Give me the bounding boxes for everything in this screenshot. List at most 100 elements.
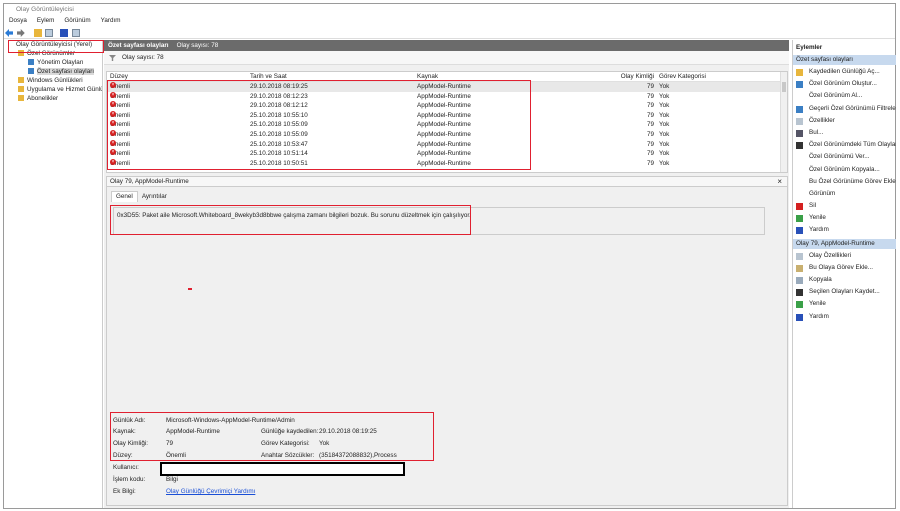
detail-header: Olay 79, AppModel-Runtime × (107, 177, 787, 187)
cell: 79 (646, 140, 654, 148)
action-item[interactable]: Özel Görünüm Kopyala... (793, 164, 896, 176)
tree-icon (18, 86, 24, 93)
action-item[interactable]: Bul... (793, 127, 896, 139)
actions-section-header[interactable]: Özet sayfası olayları (793, 55, 896, 65)
field-opcode: Bilgi (166, 476, 178, 483)
up-folder-icon[interactable] (33, 29, 42, 37)
tree-item[interactable]: Abonelikler (4, 94, 102, 103)
action-item[interactable]: Bu Özel Görünüme Görev Ekle... (793, 176, 896, 188)
cell: 79 (646, 121, 654, 129)
copy-icon (796, 277, 803, 284)
action-item[interactable]: Özel Görünüm Al... (793, 90, 896, 102)
action-item[interactable]: Olay Özellikleri (793, 250, 896, 262)
action-item[interactable]: Yenile (793, 298, 896, 310)
action-item[interactable]: Özellikler (793, 115, 896, 127)
cell: 79 (646, 150, 654, 158)
action-item[interactable]: Yenile (793, 212, 896, 224)
menu-2[interactable]: Görünüm (64, 17, 90, 24)
menu-1[interactable]: Eylem (37, 17, 55, 24)
help-icon[interactable] (60, 29, 68, 37)
field-more-label: Ek Bilgi: (113, 488, 136, 495)
forward-icon[interactable] (16, 29, 25, 37)
action-item[interactable]: Sil (793, 200, 896, 212)
action-item[interactable]: Bu Olaya Görev Ekle... (793, 262, 896, 274)
tree-item[interactable]: Özet sayfası olayları (4, 67, 102, 76)
refresh-icon (796, 215, 803, 223)
close-icon[interactable]: × (777, 177, 782, 187)
actions-section-header[interactable]: Olay 79, AppModel-Runtime (793, 238, 896, 249)
menu-bar: Dosya Eylem Görünüm Yardım (4, 15, 125, 26)
show-hide-actions-icon[interactable] (71, 29, 80, 37)
column-header[interactable]: Olay Kimliği (612, 72, 654, 82)
menu-3[interactable]: Yardım (101, 17, 121, 24)
tree-icon (18, 77, 24, 84)
tree-item[interactable]: Uygulama ve Hizmet Günlükleri (4, 85, 102, 94)
scrollbar[interactable] (780, 72, 787, 172)
cell: Yok (659, 130, 670, 138)
cell: 79 (646, 111, 654, 119)
menu-0[interactable]: Dosya (9, 17, 27, 24)
actions-pane: Eylemler Özet sayfası olayları Kaydedile… (792, 40, 896, 508)
cell: Yok (659, 92, 670, 100)
cell: 79 (646, 159, 654, 167)
cell: 79 (646, 92, 654, 100)
filter-icon (796, 81, 803, 89)
help-icon (796, 313, 803, 321)
tree-icon (28, 59, 34, 66)
navigation-tree: Olay Görüntüleyicisi (Yerel) Özel Görünü… (4, 40, 103, 508)
cell: Yok (659, 140, 670, 148)
filter-icon (109, 55, 116, 61)
action-item[interactable]: Geçerli Özel Görünümü Filtrele... (793, 103, 896, 115)
tree-icon (28, 68, 34, 75)
cell: 79 (646, 83, 654, 90)
task-icon (796, 264, 803, 272)
action-item[interactable]: Görünüm (793, 188, 896, 200)
back-icon[interactable] (5, 29, 13, 37)
properties-icon (796, 117, 803, 125)
action-item[interactable]: Yardım (793, 224, 896, 236)
tab-details[interactable]: Ayrıntılar (138, 192, 171, 202)
annotation-box (110, 205, 471, 235)
action-item[interactable]: Seçilen Olayları Kaydet... (793, 286, 896, 298)
action-item[interactable]: Özel Görünüm Oluştur... (793, 78, 896, 90)
action-item[interactable]: Özel Görünümdeki Tüm Olayları Farklı Kay… (793, 139, 896, 151)
tree-icon (18, 95, 24, 102)
delete-icon (796, 203, 803, 211)
redaction-box (160, 462, 405, 476)
tree-item[interactable]: Windows Günlükleri (4, 76, 102, 85)
cell: Yok (659, 83, 670, 90)
annotation-box (107, 80, 531, 170)
action-item[interactable]: Özel Görünümü Ver... (793, 151, 896, 163)
cell: Yok (659, 121, 670, 129)
save-icon (796, 142, 803, 150)
column-header[interactable]: Görev Kategorisi (659, 72, 706, 82)
help-icon (796, 227, 803, 235)
field-user-label: Kullanıcı: (113, 464, 139, 471)
action-item[interactable]: Yardım (793, 311, 896, 323)
annotation-box (8, 40, 104, 53)
filter-bar: Olay sayısı: 78 (104, 51, 789, 65)
action-item[interactable]: Kaydedilen Günlüğü Aç... (793, 66, 896, 78)
field-opcode-label: İşlem kodu: (113, 476, 146, 483)
annotation-box (110, 412, 434, 461)
folder-open-icon (796, 69, 803, 76)
cell: 79 (646, 102, 654, 110)
show-hide-tree-icon[interactable] (45, 29, 54, 37)
cell: Yok (659, 111, 670, 119)
pane-header: Özet sayfası olayları Olay sayısı: 78 (104, 40, 789, 51)
refresh-icon (796, 301, 803, 309)
save-icon (796, 289, 803, 297)
cell: Yok (659, 150, 670, 158)
properties-icon (796, 252, 803, 260)
cell: Yok (659, 102, 670, 110)
tab-general[interactable]: Genel (111, 191, 138, 202)
tree-item[interactable]: Yönetim Olayları (4, 58, 102, 67)
title-bar: Olay Görüntüleyicisi (16, 6, 74, 13)
online-help-link[interactable]: Olay Günlüğü Çevrimiçi Yardımı (166, 488, 255, 495)
toolbar (4, 27, 895, 39)
actions-title: Eylemler (796, 44, 823, 51)
marker (188, 288, 192, 290)
cell: Yok (659, 159, 670, 167)
action-item[interactable]: Kopyala (793, 274, 896, 286)
filter-icon (796, 105, 803, 113)
